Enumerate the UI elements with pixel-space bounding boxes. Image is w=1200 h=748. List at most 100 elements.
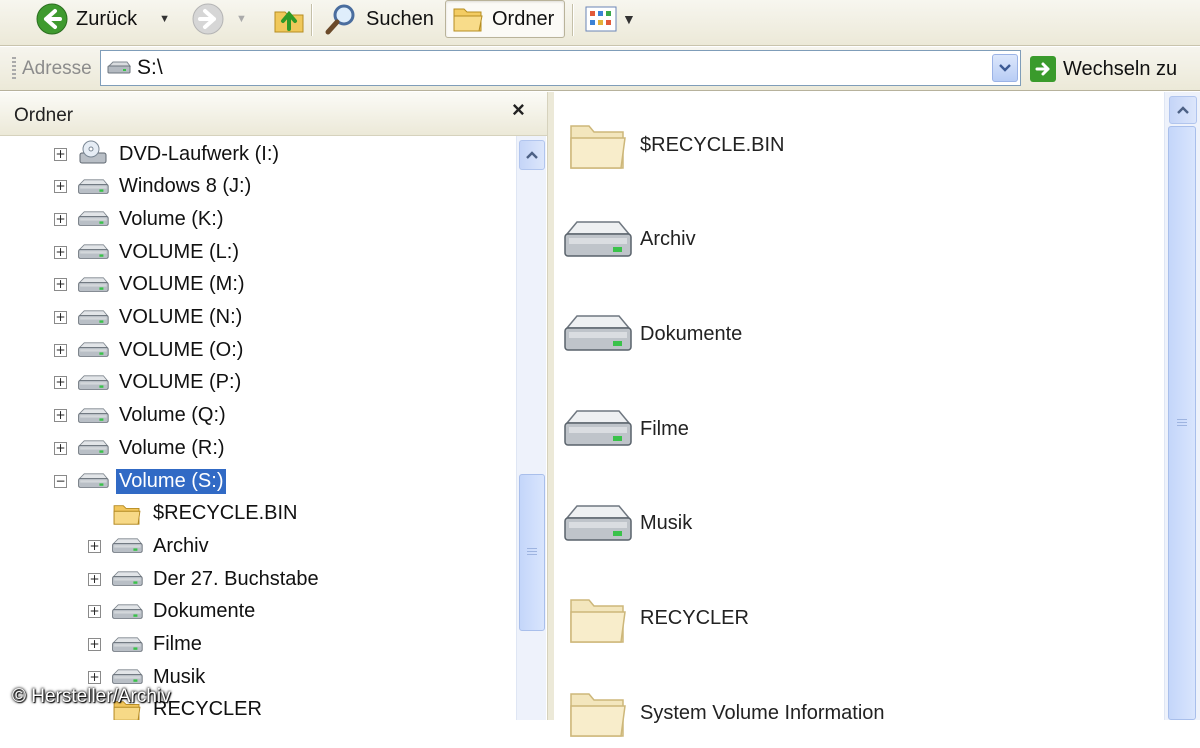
back-dropdown-arrow-icon[interactable]: ▼	[159, 13, 170, 25]
up-folder-button[interactable]	[266, 0, 312, 38]
folder-icon	[110, 502, 144, 526]
pane-splitter[interactable]	[547, 92, 554, 720]
tree-item[interactable]: + Filme	[88, 629, 205, 661]
address-dropdown-button[interactable]	[992, 54, 1018, 82]
content-item[interactable]: Archiv	[560, 205, 696, 275]
tree-item[interactable]: + DVD-Laufwerk (I:)	[54, 138, 282, 170]
tree-item[interactable]: + Windows 8 (J:)	[54, 171, 254, 203]
tree-expander[interactable]: +	[88, 670, 110, 684]
back-button[interactable]: Zurück ▼	[30, 0, 176, 38]
tree-item[interactable]: + VOLUME (P:)	[54, 367, 244, 399]
tree-expander[interactable]: +	[54, 147, 76, 161]
tree-expander[interactable]: +	[54, 409, 76, 423]
expand-icon[interactable]: +	[54, 278, 67, 292]
expand-icon[interactable]: +	[54, 409, 67, 423]
folders-button[interactable]: Ordner	[445, 0, 565, 38]
drive-icon	[107, 61, 131, 75]
scrollbar-thumb[interactable]	[519, 474, 545, 631]
tree-item[interactable]: + Der 27. Buchstabe	[88, 563, 322, 595]
content-item[interactable]: RECYCLER	[560, 584, 749, 654]
drive-icon	[76, 210, 110, 228]
folder-tree: + DVD-Laufwerk (I:) + Windows 8 (J:) + Volume…	[0, 136, 516, 720]
content-item[interactable]: Filme	[560, 394, 689, 464]
search-button[interactable]: Suchen	[318, 0, 440, 38]
expand-icon[interactable]: +	[88, 670, 101, 684]
tree-item[interactable]: + Volume (R:)	[54, 432, 228, 464]
tree-item-label: Windows 8 (J:)	[119, 175, 252, 198]
tree-scrollbar[interactable]	[516, 136, 546, 720]
expand-icon[interactable]: +	[88, 605, 101, 619]
views-button[interactable]: ▼	[578, 0, 642, 38]
tree-item[interactable]: $RECYCLE.BIN	[88, 498, 301, 530]
tree-item[interactable]: + Volume (Q:)	[54, 400, 229, 432]
address-bar: Adresse S:\ Wechseln zu	[0, 47, 1200, 91]
tree-item-label: VOLUME (O:)	[119, 338, 244, 361]
tree-expander[interactable]: +	[54, 180, 76, 194]
scroll-up-button[interactable]	[1169, 96, 1197, 124]
tree-expander[interactable]: +	[54, 311, 76, 324]
tree-expander[interactable]: +	[54, 278, 76, 292]
drive-icon	[560, 312, 634, 356]
content-item-label: Archiv	[640, 228, 696, 251]
toolbar-grip[interactable]	[12, 57, 16, 81]
tree-item[interactable]: + Volume (K:)	[54, 203, 226, 235]
tree-item-label: VOLUME (P:)	[119, 371, 242, 394]
close-icon[interactable]: ×	[512, 97, 525, 123]
expand-icon[interactable]: +	[54, 245, 67, 259]
expand-icon[interactable]: +	[88, 638, 101, 651]
content-scrollbar[interactable]	[1164, 92, 1200, 720]
content-item[interactable]: System Volume Information	[560, 678, 885, 748]
collapse-icon[interactable]: −	[54, 474, 67, 488]
go-button[interactable]: Wechseln zu	[1030, 54, 1177, 84]
drive-icon	[560, 407, 634, 451]
content-item-label: Musik	[640, 512, 693, 535]
tree-expander[interactable]: −	[54, 474, 76, 488]
tree-item[interactable]: + VOLUME (O:)	[54, 334, 246, 366]
tree-expander[interactable]: +	[88, 572, 110, 586]
drive-icon	[110, 537, 144, 555]
expand-icon[interactable]: +	[54, 147, 67, 161]
scrollbar-thumb[interactable]	[1168, 126, 1196, 720]
tree-expander[interactable]: +	[54, 441, 76, 455]
tree-expander[interactable]: +	[88, 539, 110, 553]
expand-icon[interactable]: +	[54, 311, 67, 324]
drive-icon	[76, 243, 110, 261]
content-item[interactable]: Musik	[560, 489, 692, 559]
tree-expander[interactable]: +	[88, 638, 110, 651]
address-label: Adresse	[22, 58, 92, 79]
expand-icon[interactable]: +	[88, 539, 101, 553]
expand-icon[interactable]: +	[54, 441, 67, 455]
content-item[interactable]: Dokumente	[560, 299, 742, 369]
tree-item[interactable]: + VOLUME (M:)	[54, 269, 248, 301]
tree-item-label: VOLUME (N:)	[119, 306, 243, 328]
tree-expander[interactable]: +	[54, 212, 76, 226]
expand-icon[interactable]: +	[54, 180, 67, 194]
address-input[interactable]: S:\	[100, 50, 1021, 86]
tree-expander[interactable]: +	[88, 605, 110, 619]
tree-expander[interactable]: +	[54, 376, 76, 390]
tree-item-label: VOLUME (L:)	[119, 240, 240, 263]
expand-icon[interactable]: +	[88, 572, 101, 586]
scroll-up-button[interactable]	[519, 140, 545, 170]
tree-expander[interactable]: +	[54, 245, 76, 259]
tree-item[interactable]: + Archiv	[88, 530, 212, 562]
scrollbar-grip	[527, 548, 537, 557]
tree-expander[interactable]: +	[54, 343, 76, 357]
folder-pane-title: Ordner	[14, 105, 74, 126]
content-item[interactable]: $RECYCLE.BIN	[560, 110, 785, 180]
forward-button[interactable]: ▼	[186, 0, 253, 38]
copyright-watermark: © Hersteller/Archiv	[12, 686, 171, 707]
expand-icon[interactable]: +	[54, 376, 67, 390]
tree-item[interactable]: − Volume (S:)	[54, 465, 227, 497]
expand-icon[interactable]: +	[54, 212, 67, 226]
forward-dropdown-arrow-icon[interactable]: ▼	[236, 13, 247, 25]
search-icon	[324, 2, 358, 36]
expand-icon[interactable]: +	[54, 343, 67, 357]
tree-item[interactable]: + Dokumente	[88, 596, 258, 628]
tree-item[interactable]: + VOLUME (L:)	[54, 236, 242, 268]
views-dropdown-arrow-icon[interactable]: ▼	[622, 11, 636, 27]
drive-icon	[560, 218, 634, 262]
tree-item[interactable]: + VOLUME (N:)	[54, 302, 245, 334]
chevron-up-icon	[526, 151, 538, 159]
search-label: Suchen	[366, 7, 434, 30]
